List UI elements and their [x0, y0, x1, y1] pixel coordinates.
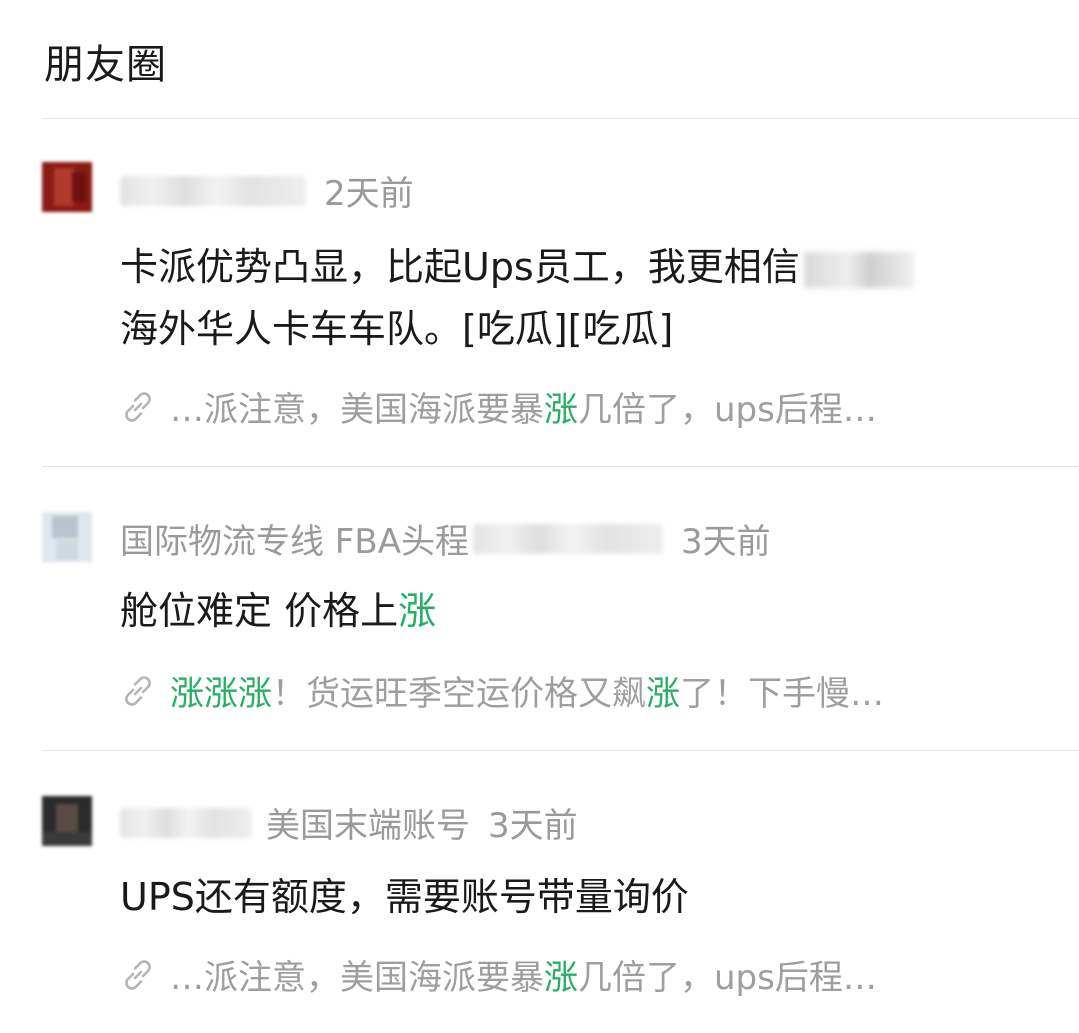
shared-link[interactable]: …派注意，美国海派要暴涨几倍了，ups后程… [118, 382, 1039, 431]
post-text-line: 卡派优势凸显，比起Ups员工，我更相信 [120, 245, 800, 289]
post-time: 3天前 [680, 522, 771, 562]
link-title: …派注意，美国海派要暴涨几倍了，ups后程… [170, 390, 877, 430]
post-text: 卡派优势凸显，比起Ups员工，我更相信 海外华人卡车车队。[吃瓜][吃瓜] [120, 236, 1039, 360]
avatar[interactable] [42, 796, 92, 846]
blurred-username [120, 175, 306, 206]
link-icon [125, 391, 151, 422]
post-text-line: UPS还有额度，需要账号带量询价 [120, 875, 689, 919]
link-icon [125, 959, 151, 990]
post-meta: 美国末端账号 3天前 [120, 798, 578, 847]
link-title: …派注意，美国海派要暴涨几倍了，ups后程… [170, 958, 877, 998]
divider [42, 750, 1079, 751]
divider [42, 466, 1079, 467]
author-name[interactable]: 美国末端账号 [266, 798, 470, 847]
post-text: UPS还有额度，需要账号带量询价 [120, 866, 1039, 928]
link-title: 涨涨涨！货运旺季空运价格又飙涨了！下手慢… [170, 674, 884, 714]
avatar[interactable] [42, 162, 92, 212]
link-icon [125, 675, 151, 706]
section-title: 朋友圈 [44, 42, 167, 88]
post-time: 2天前 [324, 174, 414, 214]
post-text-line: 海外华人卡车车队。[吃瓜][吃瓜] [120, 307, 674, 351]
author-name[interactable]: 国际物流专线 FBA头程 [120, 514, 469, 563]
post-text: 舱位难定 价格上涨 [120, 580, 1039, 642]
blurred-username [120, 807, 252, 838]
post-time: 3天前 [488, 806, 578, 846]
shared-link[interactable]: 涨涨涨！货运旺季空运价格又飙涨了！下手慢… [118, 666, 1039, 715]
post-meta: 国际物流专线 FBA头程 3天前 [120, 514, 771, 563]
blurred-text [803, 251, 914, 288]
post-meta: 2天前 [120, 166, 414, 215]
post-text-line: 舱位难定 价格上 [120, 589, 399, 633]
shared-link[interactable]: …派注意，美国海派要暴涨几倍了，ups后程… [118, 950, 1039, 999]
avatar[interactable] [42, 512, 92, 562]
post-text-highlight: 涨 [398, 589, 437, 633]
divider [42, 118, 1079, 119]
blurred-username [472, 523, 663, 554]
